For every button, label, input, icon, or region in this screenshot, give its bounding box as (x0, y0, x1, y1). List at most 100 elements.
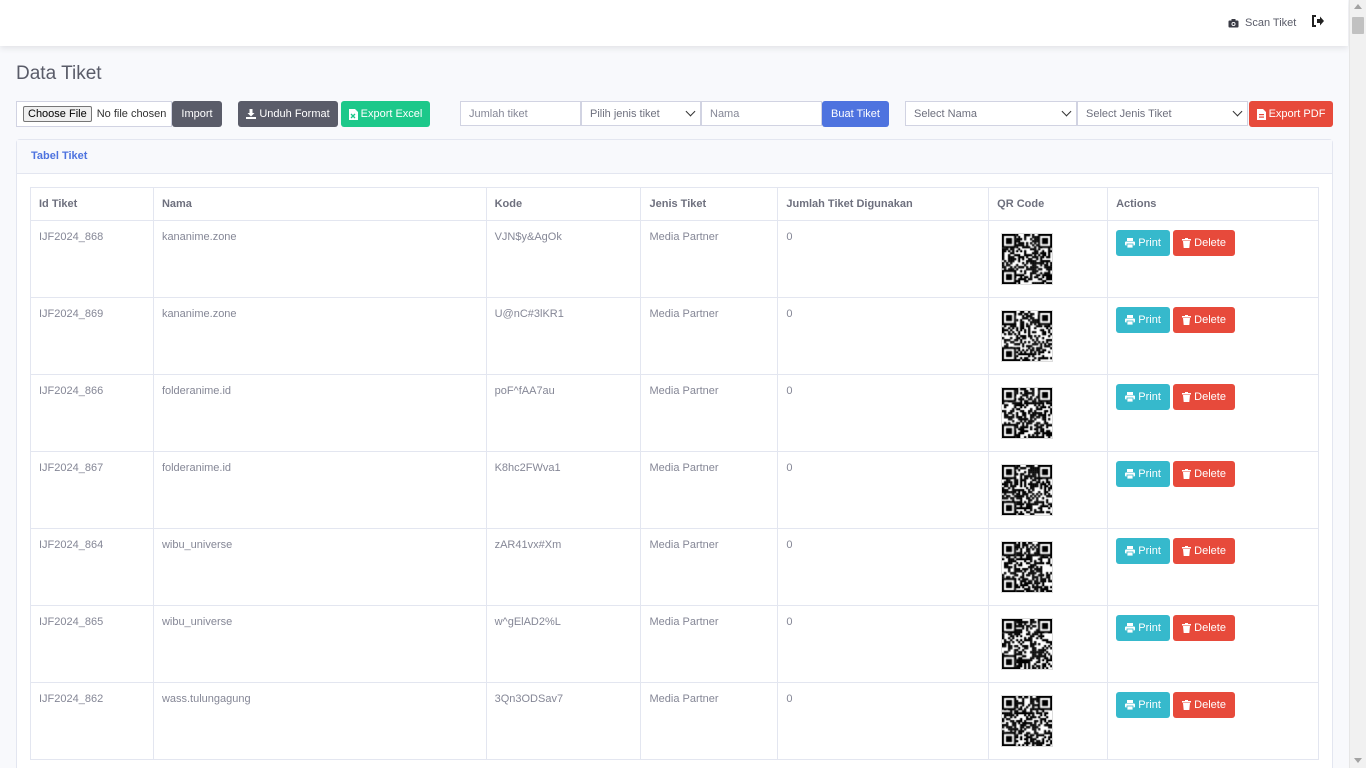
delete-label: Delete (1194, 391, 1226, 403)
import-button[interactable]: Import (172, 101, 222, 127)
unduh-format-button[interactable]: Unduh Format (238, 101, 338, 127)
jumlah-tiket-input[interactable]: Jumlah tiket (460, 101, 581, 126)
col-header-id[interactable]: Id Tiket (30, 187, 154, 221)
cell-jenis: Media Partner (640, 528, 779, 606)
cell-actions: Print Delete (1107, 605, 1319, 683)
cell-id: IJF2024_868 (30, 220, 154, 298)
file-status-text: No file chosen (96, 108, 167, 120)
cell-kode: poF^fAA7au (485, 374, 642, 452)
cell-kode: K8hc2FWva1 (485, 451, 642, 529)
delete-button[interactable]: Delete (1173, 384, 1236, 410)
print-button[interactable]: Print (1116, 230, 1171, 256)
table-row: IJF2024_869 kananime.zone U@nC#3lKR1 Media … (30, 297, 1319, 375)
scan-tiket-link[interactable]: Scan Tiket (1228, 16, 1296, 30)
qr-code-image (1001, 387, 1054, 439)
file-input[interactable]: Choose File No file chosen (16, 101, 172, 127)
cell-id: IJF2024_862 (30, 682, 154, 760)
cell-nama: kananime.zone (152, 220, 487, 298)
cell-jumlah: 0 (777, 528, 990, 606)
sign-out-icon[interactable] (1311, 14, 1325, 28)
cell-jenis: Media Partner (640, 297, 779, 375)
col-header-qr[interactable]: QR Code (988, 187, 1109, 221)
delete-label: Delete (1194, 314, 1226, 326)
print-button[interactable]: Print (1116, 307, 1171, 333)
print-button[interactable]: Print (1116, 538, 1171, 564)
print-button[interactable]: Print (1116, 461, 1171, 487)
tiket-table: Id Tiket Nama Kode Jenis Tiket Jumlah Ti… (30, 187, 1319, 760)
cell-actions: Print Delete (1107, 528, 1319, 606)
download-icon (246, 109, 257, 119)
delete-button[interactable]: Delete (1173, 615, 1236, 641)
col-header-kode[interactable]: Kode (485, 187, 642, 221)
choose-file-button[interactable]: Choose File (23, 106, 92, 122)
print-label: Print (1138, 314, 1161, 326)
print-label: Print (1138, 622, 1161, 634)
jumlah-tiket-placeholder: Jumlah tiket (469, 107, 528, 120)
cell-jenis: Media Partner (640, 605, 779, 683)
print-icon (1125, 469, 1136, 479)
cell-nama: wibu_universe (152, 528, 487, 606)
cell-qr (988, 682, 1109, 760)
nama-input[interactable]: Nama (701, 101, 822, 126)
jenis-tiket-select[interactable]: Pilih jenis tiket (581, 101, 701, 126)
delete-button[interactable]: Delete (1173, 307, 1236, 333)
buat-tiket-button[interactable]: Buat Tiket (822, 101, 889, 127)
cell-id: IJF2024_865 (30, 605, 154, 683)
qr-code-image (1001, 310, 1054, 362)
export-pdf-button[interactable]: Export PDF (1249, 101, 1333, 127)
export-excel-button[interactable]: Export Excel (341, 101, 430, 127)
print-icon (1125, 392, 1136, 402)
page-scrollbar[interactable] (1349, 0, 1366, 768)
unduh-format-label: Unduh Format (259, 108, 330, 120)
cell-id: IJF2024_864 (30, 528, 154, 606)
col-header-nama[interactable]: Nama (152, 187, 487, 221)
cell-jumlah: 0 (777, 374, 990, 452)
delete-button[interactable]: Delete (1173, 230, 1236, 256)
col-header-actions: Actions (1107, 187, 1319, 221)
delete-button[interactable]: Delete (1173, 538, 1236, 564)
cell-jenis: Media Partner (640, 682, 779, 760)
scroll-up-icon[interactable] (1354, 4, 1362, 9)
trash-icon (1182, 315, 1192, 325)
trash-icon (1182, 546, 1192, 556)
col-header-jenis[interactable]: Jenis Tiket (640, 187, 779, 221)
scroll-thumb[interactable] (1352, 17, 1364, 34)
print-button[interactable]: Print (1116, 384, 1171, 410)
cell-actions: Print Delete (1107, 682, 1319, 760)
nama-placeholder: Nama (710, 107, 740, 120)
select-jenis-dropdown[interactable]: Select Jenis Tiket (1077, 101, 1248, 126)
cell-jumlah: 0 (777, 605, 990, 683)
cell-kode: 3Qn3ODSav7 (485, 682, 642, 760)
print-button[interactable]: Print (1116, 615, 1171, 641)
trash-icon (1182, 700, 1192, 710)
print-button[interactable]: Print (1116, 692, 1171, 718)
print-icon (1125, 623, 1136, 633)
print-icon (1125, 700, 1136, 710)
table-row: IJF2024_865 wibu_universe w^gElAD2%L Media … (30, 605, 1319, 683)
cell-id: IJF2024_866 (30, 374, 154, 452)
cell-qr (988, 220, 1109, 298)
cell-actions: Print Delete (1107, 451, 1319, 529)
cell-actions: Print Delete (1107, 220, 1319, 298)
delete-label: Delete (1194, 468, 1226, 480)
cell-qr (988, 605, 1109, 683)
delete-button[interactable]: Delete (1173, 692, 1236, 718)
cell-qr (988, 297, 1109, 375)
print-icon (1125, 315, 1136, 325)
export-excel-label: Export Excel (360, 108, 423, 120)
trash-icon (1182, 623, 1192, 633)
cell-nama: folderanime.id (152, 374, 487, 452)
print-icon (1125, 238, 1136, 248)
card-header: Tabel Tiket (17, 140, 1332, 174)
cell-kode: w^gElAD2%L (485, 605, 642, 683)
select-nama-dropdown[interactable]: Select Nama (905, 101, 1077, 126)
cell-jumlah: 0 (777, 297, 990, 375)
delete-button[interactable]: Delete (1173, 461, 1236, 487)
table-row: IJF2024_867 folderanime.id K8hc2FWva1 Media… (30, 451, 1319, 529)
cell-actions: Print Delete (1107, 297, 1319, 375)
cell-id: IJF2024_867 (30, 451, 154, 529)
camera-icon (1228, 18, 1239, 27)
col-header-jumlah[interactable]: Jumlah Tiket Digunakan (777, 187, 990, 221)
jenis-tiket-value: Pilih jenis tiket (590, 107, 660, 120)
scroll-down-icon[interactable] (1354, 758, 1362, 763)
